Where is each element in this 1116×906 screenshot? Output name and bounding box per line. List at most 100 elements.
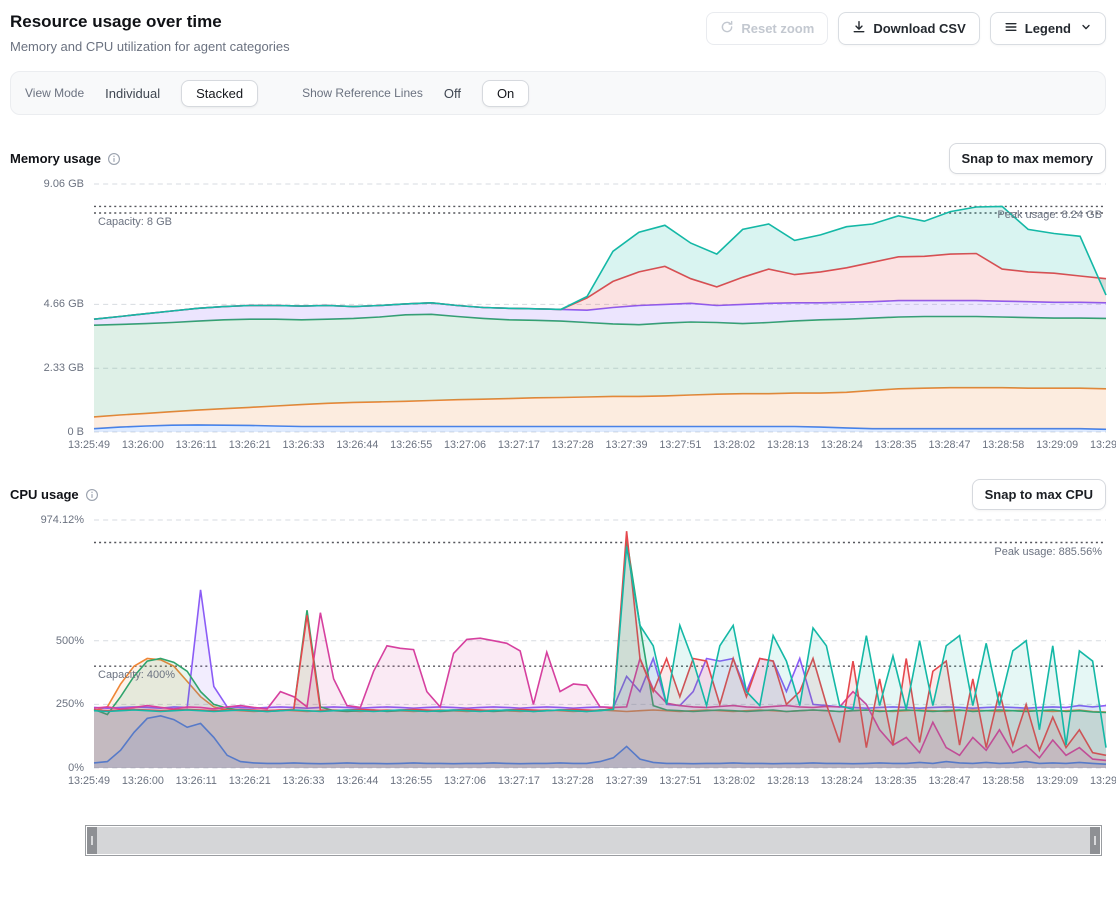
chevron-down-icon bbox=[1080, 21, 1092, 36]
x-tick-label: 13:27:51 bbox=[659, 775, 701, 787]
y-tick-label: 974.12% bbox=[41, 514, 84, 526]
cpu-capacity-label: Capacity: 400% bbox=[98, 669, 175, 681]
x-tick-label: 13:28:47 bbox=[928, 439, 970, 451]
cpu-usage-svg bbox=[94, 520, 1106, 768]
header-actions: Reset zoom Download CSV Legend bbox=[706, 12, 1106, 45]
snap-to-max-memory-button[interactable]: Snap to max memory bbox=[949, 143, 1107, 174]
snap-to-max-cpu-button[interactable]: Snap to max CPU bbox=[972, 479, 1106, 510]
x-tick-label: 13:28:58 bbox=[982, 775, 1024, 787]
x-tick-label: 13:25:49 bbox=[68, 439, 110, 451]
y-tick-label: 0% bbox=[68, 762, 84, 774]
x-tick-label: 13:26:55 bbox=[390, 439, 432, 451]
x-tick-label: 13:26:21 bbox=[229, 439, 271, 451]
memory-peak-label: Peak usage: 8.24 GB bbox=[997, 209, 1102, 221]
cpu-x-axis: 13:25:49 13:26:00 13:26:11 13:26:21 13:26:33… bbox=[68, 775, 1116, 787]
x-tick-label: 13:28:35 bbox=[875, 439, 917, 451]
download-csv-label: Download CSV bbox=[873, 21, 965, 36]
x-tick-label: 13:26:11 bbox=[176, 439, 217, 451]
x-tick-label: 13:27:17 bbox=[498, 775, 540, 787]
memory-capacity-label: Capacity: 8 GB bbox=[98, 216, 172, 228]
y-tick-label: 500% bbox=[56, 635, 84, 647]
time-range-scrollbar[interactable] bbox=[85, 825, 1102, 856]
view-mode-stacked[interactable]: Stacked bbox=[181, 80, 258, 107]
memory-chart[interactable]: 9.06 GB4.66 GB2.33 GB0 B Capacity: 8 GBP… bbox=[10, 184, 1106, 451]
memory-usage-section: Memory usage Snap to max memory 9.06 GB 4… bbox=[10, 143, 1106, 451]
y-tick-label: 4.66 GB bbox=[44, 298, 84, 310]
cpu-usage-section: CPU usage Snap to max CPU 974.12% 500% 250… bbox=[10, 479, 1106, 787]
y-tick-label: 250% bbox=[56, 698, 84, 710]
x-tick-label: 13:28:24 bbox=[821, 775, 863, 787]
x-tick-label: 13:29:09 bbox=[1036, 439, 1078, 451]
x-tick-label: 13:27:39 bbox=[605, 439, 647, 451]
cpu-y-axis: 974.12%500%250%0% bbox=[10, 520, 84, 768]
memory-section-header: Memory usage Snap to max memory bbox=[10, 143, 1106, 174]
x-tick-label: 13:28:13 bbox=[767, 775, 809, 787]
page-title: Resource usage over time bbox=[10, 12, 290, 32]
x-tick-label: 13:26:11 bbox=[176, 775, 217, 787]
y-tick-label: 0 B bbox=[67, 426, 84, 438]
title-block: Resource usage over time Memory and CPU … bbox=[10, 12, 290, 54]
x-tick-label: 13:26:55 bbox=[390, 775, 432, 787]
download-icon bbox=[852, 20, 866, 37]
memory-plot[interactable]: Capacity: 8 GB Peak usage: 8.24 GB bbox=[94, 184, 1106, 432]
x-tick-label: 13:26:00 bbox=[122, 439, 164, 451]
x-tick-label: 13:26:00 bbox=[122, 775, 164, 787]
y-tick-label: 2.33 GB bbox=[44, 362, 84, 374]
download-csv-button[interactable]: Download CSV bbox=[838, 12, 979, 45]
refresh-icon bbox=[720, 20, 734, 37]
memory-usage-svg bbox=[94, 184, 1106, 432]
info-icon[interactable] bbox=[107, 152, 121, 166]
brush-track[interactable] bbox=[97, 827, 1090, 854]
reference-lines-on[interactable]: On bbox=[482, 80, 529, 107]
cpu-peak-label: Peak usage: 885.56% bbox=[994, 546, 1102, 558]
view-mode-label: View Mode bbox=[25, 86, 84, 100]
x-tick-label: 13:26:21 bbox=[229, 775, 271, 787]
reference-lines-off[interactable]: Off bbox=[436, 81, 469, 106]
reset-zoom-button[interactable]: Reset zoom bbox=[706, 12, 828, 45]
page-subtitle: Memory and CPU utilization for agent cat… bbox=[10, 39, 290, 54]
x-tick-label: 13:27:51 bbox=[659, 439, 701, 451]
x-tick-label: 13:28:35 bbox=[875, 775, 917, 787]
info-icon[interactable] bbox=[85, 488, 99, 502]
x-tick-label: 13:27:28 bbox=[552, 775, 594, 787]
x-tick-label: 13:27:39 bbox=[605, 775, 647, 787]
x-tick-label: 13:26:33 bbox=[283, 775, 325, 787]
x-tick-label: 13:28:58 bbox=[982, 439, 1024, 451]
list-icon bbox=[1004, 20, 1018, 37]
view-controls-bar: View Mode Individual Stacked Show Refere… bbox=[10, 71, 1106, 115]
x-tick-label: 13:29:24 bbox=[1090, 439, 1116, 451]
cpu-section-header: CPU usage Snap to max CPU bbox=[10, 479, 1106, 510]
y-tick-label: 9.06 GB bbox=[44, 178, 84, 190]
view-mode-individual[interactable]: Individual bbox=[97, 81, 168, 106]
x-tick-label: 13:27:28 bbox=[552, 439, 594, 451]
x-tick-label: 13:28:02 bbox=[713, 775, 755, 787]
cpu-plot[interactable]: Peak usage: 885.56% Capacity: 400% bbox=[94, 520, 1106, 768]
brush-handle-right[interactable] bbox=[1090, 827, 1100, 854]
page-header: Resource usage over time Memory and CPU … bbox=[10, 12, 1106, 54]
legend-label: Legend bbox=[1025, 21, 1071, 36]
brush-handle-left[interactable] bbox=[87, 827, 97, 854]
cpu-chart[interactable]: 974.12%500%250%0% Peak usage: 885.56%Cap… bbox=[10, 520, 1106, 787]
series-teal-area bbox=[94, 547, 1106, 769]
x-tick-label: 13:27:06 bbox=[444, 439, 486, 451]
memory-usage-heading: Memory usage bbox=[10, 151, 101, 166]
x-tick-label: 13:26:44 bbox=[336, 775, 378, 787]
reset-zoom-label: Reset zoom bbox=[741, 21, 814, 36]
cpu-usage-heading: CPU usage bbox=[10, 487, 79, 502]
x-tick-label: 13:29:09 bbox=[1036, 775, 1078, 787]
x-tick-label: 13:27:17 bbox=[498, 439, 540, 451]
x-tick-label: 13:28:24 bbox=[821, 439, 863, 451]
memory-x-axis: 13:25:49 13:26:00 13:26:11 13:26:21 13:26:33… bbox=[68, 439, 1116, 451]
x-tick-label: 13:28:13 bbox=[767, 439, 809, 451]
dashboard-page: Resource usage over time Memory and CPU … bbox=[0, 0, 1116, 856]
x-tick-label: 13:26:44 bbox=[336, 439, 378, 451]
x-tick-label: 13:27:06 bbox=[444, 775, 486, 787]
x-tick-label: 13:29:24 bbox=[1090, 775, 1116, 787]
x-tick-label: 13:28:47 bbox=[928, 775, 970, 787]
x-tick-label: 13:25:49 bbox=[68, 775, 110, 787]
reference-lines-label: Show Reference Lines bbox=[302, 86, 423, 100]
x-tick-label: 13:28:02 bbox=[713, 439, 755, 451]
x-tick-label: 13:26:33 bbox=[283, 439, 325, 451]
legend-button[interactable]: Legend bbox=[990, 12, 1106, 45]
memory-y-axis: 9.06 GB4.66 GB2.33 GB0 B bbox=[10, 184, 84, 432]
